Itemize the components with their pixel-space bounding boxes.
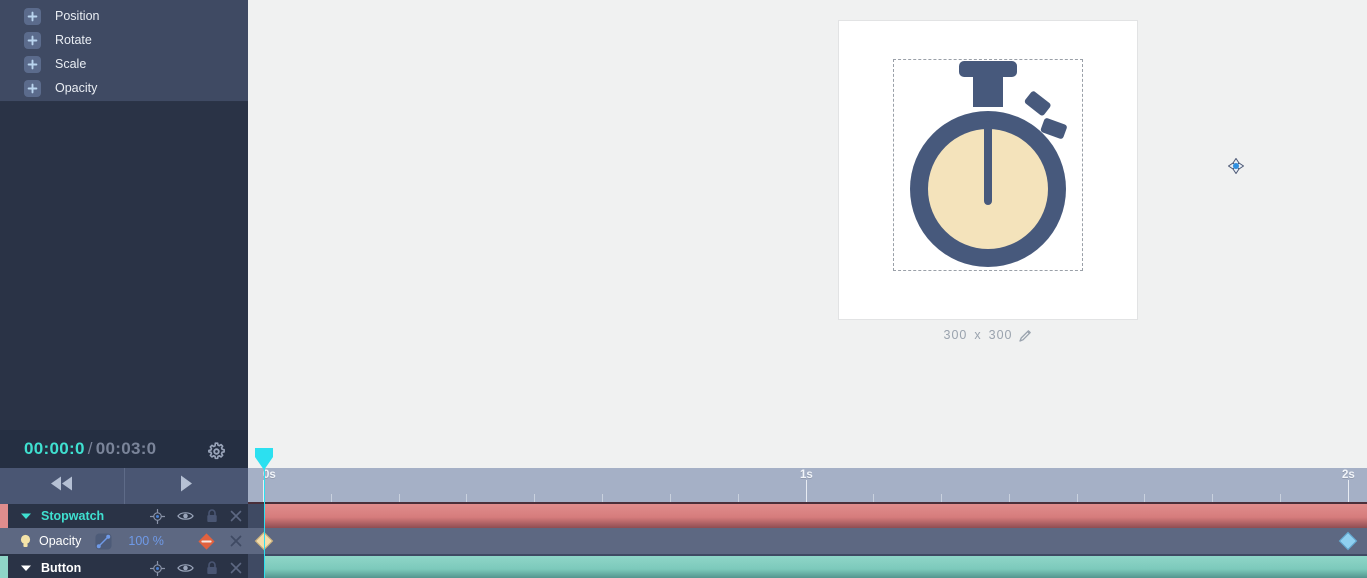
playhead-handle[interactable] (255, 448, 273, 470)
keyframe-diamond[interactable] (254, 531, 274, 551)
time-ruler[interactable]: 0s 1s 2s (248, 468, 1367, 504)
anchor-icon[interactable] (150, 508, 165, 524)
chevron-down-icon[interactable] (20, 564, 32, 572)
property-label: Opacity (55, 80, 98, 95)
ruler-tick-label: 0s (263, 469, 276, 481)
timecode-display[interactable]: 00:00:0/00:03:0 (24, 439, 156, 459)
ruler-tick-major (1348, 480, 1349, 502)
anchor-point-marker[interactable] (1227, 157, 1245, 179)
property-row-opacity-track[interactable]: Opacity 100 % (0, 528, 248, 554)
lock-icon[interactable] (206, 509, 218, 523)
current-time: 00:00:0 (24, 439, 85, 458)
layer-row-stopwatch[interactable]: Stopwatch (0, 504, 248, 528)
close-icon[interactable] (230, 562, 242, 574)
pencil-icon[interactable] (1019, 329, 1032, 342)
sidebar-empty-area (0, 102, 248, 430)
lock-icon[interactable] (206, 561, 218, 575)
plus-icon[interactable] (24, 7, 41, 25)
plus-icon[interactable] (24, 31, 41, 49)
track-bar[interactable] (264, 556, 1367, 578)
dimension-separator: x (974, 328, 982, 342)
ruler-tick-minor (331, 494, 332, 502)
ruler-tick-label: 1s (800, 469, 813, 481)
anchor-icon[interactable] (150, 560, 165, 576)
play-icon (179, 474, 194, 498)
ruler-tick-major (263, 480, 264, 502)
property-row-opacity[interactable]: Opacity (0, 76, 248, 100)
property-row-scale[interactable]: Scale (0, 52, 248, 76)
properties-sidebar: Position Rotate Scale Opacity (0, 0, 248, 430)
opacity-value[interactable]: 100 % (128, 535, 163, 548)
track-opacity[interactable] (248, 528, 1367, 554)
ruler-tick-minor (1212, 494, 1213, 502)
add-property-list: Position Rotate Scale Opacity (0, 4, 248, 102)
keyframe-diamond[interactable] (1338, 531, 1358, 551)
plus-icon[interactable] (24, 55, 41, 73)
track-stopwatch[interactable] (248, 504, 1367, 528)
transport-controls (0, 468, 248, 504)
ruler-tick-minor (1144, 494, 1145, 502)
ruler-tick-label: 2s (1342, 469, 1355, 481)
bulb-icon (20, 534, 31, 548)
layer-name: Button (41, 560, 82, 575)
ruler-tick-minor (1280, 494, 1281, 502)
layer-color-swatch (0, 556, 8, 578)
ruler-tick-minor (602, 494, 603, 502)
property-name: Opacity (39, 533, 82, 548)
layer-row-button[interactable]: Button (0, 556, 248, 578)
ruler-tick-minor (941, 494, 942, 502)
layer-row-icons (150, 556, 242, 578)
property-label: Rotate (55, 32, 92, 47)
canvas-height-value: 300 (988, 328, 1013, 342)
ruler-tick-minor (466, 494, 467, 502)
rewind-icon (49, 475, 75, 497)
eye-icon[interactable] (177, 510, 194, 522)
ruler-tick-minor (873, 494, 874, 502)
gear-icon[interactable] (206, 441, 226, 461)
play-button[interactable] (125, 468, 249, 504)
property-row-icons (197, 528, 242, 554)
timeline-tracks[interactable] (248, 504, 1367, 578)
chevron-down-icon[interactable] (20, 512, 32, 520)
track-bar[interactable] (264, 504, 1367, 528)
ruler-tick-major (806, 480, 807, 502)
ruler-tick-minor (1077, 494, 1078, 502)
ruler-tick-minor (738, 494, 739, 502)
property-label: Position (55, 8, 100, 23)
ruler-tick-minor (670, 494, 671, 502)
time-separator: / (87, 439, 93, 458)
remove-keyframe-icon[interactable] (197, 532, 216, 551)
ruler-tick-minor (399, 494, 400, 502)
canvas-dimension-label: 300 x 300 (838, 328, 1138, 342)
eye-icon[interactable] (177, 562, 194, 574)
layer-name: Stopwatch (41, 508, 105, 523)
timecode-bar: 00:00:0/00:03:0 (0, 430, 248, 468)
plus-icon[interactable] (24, 79, 41, 97)
selection-bounding-box (893, 59, 1083, 271)
ruler-upper-gutter (248, 430, 1367, 468)
close-icon[interactable] (230, 510, 242, 522)
canvas-width-value: 300 (943, 328, 968, 342)
canvas-viewport[interactable]: 300 x 300 (248, 0, 1367, 430)
track-button[interactable] (248, 556, 1367, 578)
total-duration: 00:03:0 (95, 439, 157, 458)
layer-row-icons (150, 504, 242, 528)
layer-color-swatch (0, 504, 8, 528)
rewind-button[interactable] (0, 468, 125, 504)
easing-curve-icon[interactable] (95, 532, 112, 550)
layer-name-column: Stopwatch Opacity 100 % Button (0, 504, 248, 578)
property-label: Scale (55, 56, 87, 71)
property-row-position[interactable]: Position (0, 4, 248, 28)
ruler-tick-minor (1009, 494, 1010, 502)
property-row-rotate[interactable]: Rotate (0, 28, 248, 52)
close-icon[interactable] (230, 535, 242, 547)
ruler-tick-minor (534, 494, 535, 502)
